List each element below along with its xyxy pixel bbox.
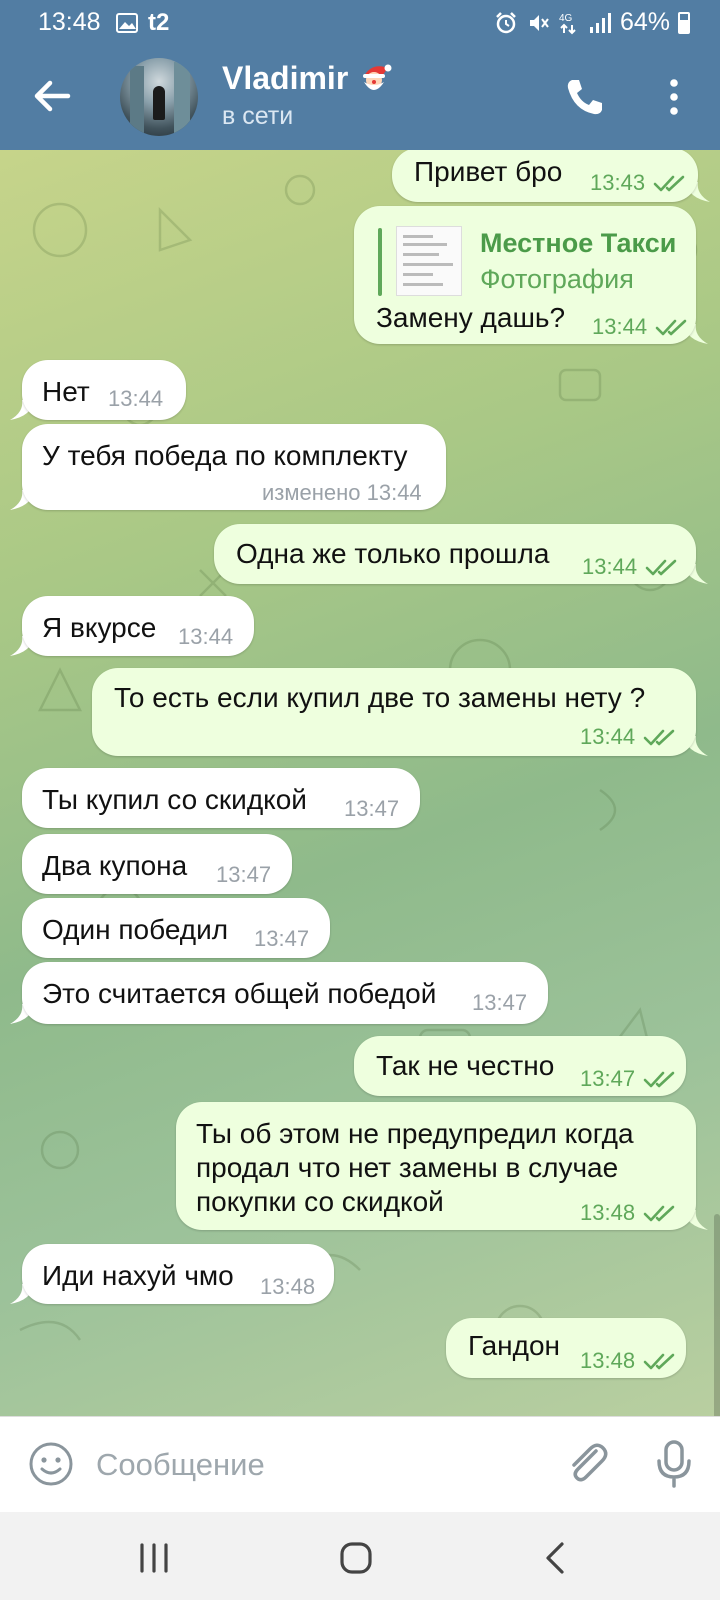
message-time: 13:47 [344,796,400,821]
alarm-icon [496,11,516,33]
back-arrow-icon[interactable] [28,72,76,120]
read-receipt-icon [645,559,677,576]
message-time: изменено 13:44 [262,480,422,505]
message-time: 13:43 [590,170,687,196]
message-time: 13:48 [260,1274,316,1299]
more-options-icon[interactable] [664,74,684,120]
emoji-icon[interactable] [28,1441,74,1487]
message-text: Одна же только прошла [236,538,550,569]
incoming-message-bubble[interactable]: Один победил 13:47 [22,898,330,958]
svg-text:4G: 4G [559,13,573,24]
incoming-message-bubble[interactable]: Ты купил со скидкой 13:47 [22,768,420,828]
message-time: 13:44 [108,386,164,411]
home-icon[interactable] [336,1540,376,1576]
battery-percent: 64% [619,8,670,36]
read-receipt-icon [643,1071,675,1088]
status-time: 13:48 [38,8,101,36]
reply-quote-bar [378,228,382,296]
read-receipt-icon [643,1205,675,1222]
status-bar: 13:48 t2 4G 64% [0,0,720,44]
carrier-label: t2 [148,9,170,36]
lte-icon: 4G [559,13,576,34]
outgoing-message-bubble[interactable]: Гандон 13:48 [446,1318,686,1378]
message-text-line: покупки со скидкой [196,1186,444,1217]
contact-avatar[interactable] [120,58,198,136]
phone-icon[interactable] [562,74,608,120]
message-composer: Сообщение [0,1416,720,1512]
outgoing-message-bubble[interactable]: Одна же только прошла 13:44 [214,524,696,584]
nav-back-icon[interactable] [536,1540,576,1576]
incoming-message-bubble[interactable]: Это считается общей победой 13:47 [22,962,548,1024]
message-text: Нет [42,376,90,407]
signal-icon [589,12,611,33]
message-time: 13:44 [580,724,677,750]
message-time: 13:44 [582,554,679,580]
message-text: Ты купил со скидкой [42,784,307,815]
message-time: 13:47 [216,862,272,887]
message-text: Иди нахуй чмо [42,1260,234,1291]
incoming-message-bubble[interactable]: Иди нахуй чмо 13:48 [22,1244,334,1304]
incoming-message-bubble[interactable]: У тебя победа по комплекту изменено 13:44 [22,424,446,510]
system-nav-bar [0,1512,720,1600]
message-time: 13:47 [472,990,528,1015]
message-text: То есть если купил две то замены нету ? [114,682,646,713]
contact-name-row[interactable]: Vladimir [222,60,392,97]
read-receipt-icon [643,1353,675,1370]
attach-icon[interactable] [562,1437,612,1487]
message-time: 13:44 [178,624,234,649]
microphone-icon[interactable] [654,1439,694,1489]
message-time: 13:47 [580,1066,677,1092]
message-text: Два купона [42,850,188,881]
incoming-message-bubble[interactable]: Я вкурсе 13:44 [22,596,254,656]
message-text: Замену дашь? [376,302,566,333]
battery-icon [678,11,690,34]
message-text: Я вкурсе [42,612,157,643]
message-input[interactable]: Сообщение [96,1447,265,1483]
scrollbar[interactable] [714,1214,720,1416]
santa-emoji-icon [363,64,392,90]
reply-photo-thumbnail[interactable] [396,226,462,296]
reply-title: Местное Такси [480,228,677,258]
outgoing-message-bubble[interactable]: Так не честно 13:47 [354,1036,686,1096]
message-text: Это считается общей победой [42,978,437,1009]
outgoing-message-bubble[interactable]: Местное Такси Фотография Замену дашь? 13:44 [354,206,696,344]
outgoing-message-bubble[interactable]: То есть если купил две то замены нету ? 1… [92,668,696,756]
message-time: 13:44 [592,314,689,340]
message-text: Гандон [468,1330,560,1361]
message-text-line: продал что нет замены в случае [196,1152,619,1183]
recents-icon[interactable] [134,1540,174,1576]
outgoing-message-bubble[interactable]: Привет бро 13:43 [392,150,698,202]
message-time: 13:47 [254,926,310,951]
read-receipt-icon [655,319,687,336]
outgoing-message-bubble[interactable]: Ты об этом не предупредил когда продал чт… [176,1102,696,1230]
message-time: 13:48 [580,1200,677,1226]
message-text-line: Ты об этом не предупредил когда [196,1118,634,1149]
chat-header: Vladimir в сети [0,44,720,150]
message-text: Так не честно [376,1050,555,1081]
message-time: 13:48 [580,1348,677,1374]
mute-icon [529,14,549,31]
message-text: Один победил [42,914,229,945]
message-list[interactable]: Привет бро 13:43 Местное Такси Фотография За… [0,150,720,1416]
message-text: Привет бро [414,156,563,187]
incoming-message-bubble[interactable]: Два купона 13:47 [22,834,292,894]
reply-subtitle: Фотография [480,264,634,294]
gallery-icon [116,13,138,33]
incoming-message-bubble[interactable]: Нет 13:44 [22,360,186,420]
contact-name: Vladimir [222,60,349,96]
contact-status: в сети [222,102,294,130]
read-receipt-icon [643,729,675,746]
read-receipt-icon [653,175,685,192]
message-text: У тебя победа по комплекту [42,440,408,471]
